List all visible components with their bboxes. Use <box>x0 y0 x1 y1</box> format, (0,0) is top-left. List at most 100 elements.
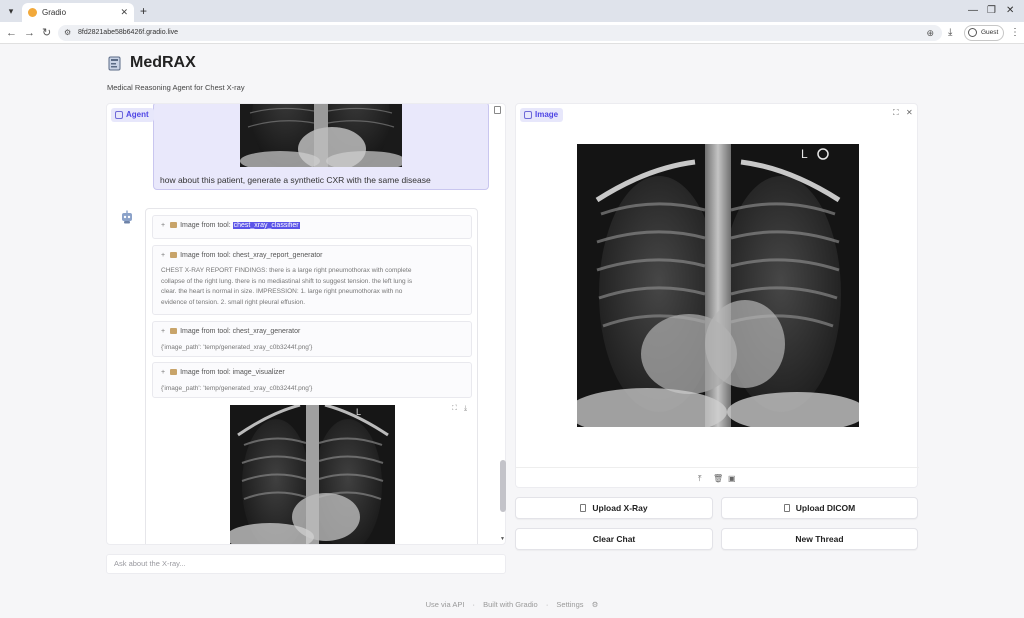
close-icon[interactable]: ✕ <box>906 108 913 117</box>
upload-dicom-button[interactable]: Upload DICOM <box>721 497 918 519</box>
tool-result-body: {'image_path': 'temp/generated_xray_c0b3… <box>161 344 313 351</box>
reload-icon[interactable]: ↻ <box>42 25 51 41</box>
image-panel: Image ⛶ ✕ L ⤒ 🗑 ▣ <box>515 103 919 489</box>
app-subtitle: Medical Reasoning Agent for Chest X-ray <box>107 83 245 92</box>
new-tab-icon[interactable]: + <box>140 3 147 19</box>
site-info-icon[interactable]: ⚙ <box>64 25 71 41</box>
tab-close-icon[interactable]: ✕ <box>120 3 128 22</box>
tool-result-body: CHEST X-RAY REPORT FINDINGS: there is a … <box>161 266 412 308</box>
user-xray-image[interactable] <box>240 104 402 167</box>
upload-dicom-label: Upload DICOM <box>795 503 856 513</box>
report-line: collapse of the right lung. there is no … <box>161 277 413 285</box>
report-line: clear. the heart is normal in size. IMPR… <box>161 288 403 295</box>
tab-title: Gradio <box>42 8 67 17</box>
tool-result-classifier[interactable]: + Image from tool: chest_xray_classifier <box>152 215 472 239</box>
footer-separator: · <box>545 600 549 609</box>
user-message-text: how about this patient, generate a synth… <box>160 175 431 185</box>
agent-chat-panel[interactable]: how about this patient, generate a synth… <box>106 103 506 545</box>
url-field[interactable]: ⚙ 8fd2821abe58b6426f.gradio.live ⊕ <box>58 25 942 41</box>
user-message: how about this patient, generate a synth… <box>153 104 489 190</box>
tool-name: chest_xray_report_generator <box>232 252 323 259</box>
agent-message: + Image from tool: chest_xray_classifier … <box>145 208 478 544</box>
svg-text:L: L <box>801 147 808 161</box>
generated-xray-image[interactable]: L <box>230 405 395 544</box>
tool-name: chest_xray_classifier <box>232 222 300 229</box>
image-icon <box>170 222 178 228</box>
new-thread-button[interactable]: New Thread <box>721 528 918 550</box>
tool-result-xray-generator[interactable]: + Image from tool: chest_xray_generator {… <box>152 321 472 357</box>
upload-xray-label: Upload X-Ray <box>592 503 648 513</box>
app-title: MedRAX <box>130 54 196 71</box>
agent-avatar-icon <box>122 210 132 224</box>
delete-icon[interactable]: 🗑 <box>713 474 723 483</box>
use-via-api-link[interactable]: Use via API <box>426 600 465 609</box>
tool-result-header: + Image from tool: chest_xray_report_gene… <box>161 252 323 259</box>
tool-name: image_visualizer <box>232 369 285 376</box>
chat-input[interactable]: Ask about the X-ray... <box>106 554 506 574</box>
tool-result-header: + Image from tool: chest_xray_classifier <box>161 222 300 229</box>
scroll-down-icon[interactable]: ▼ <box>500 536 505 542</box>
tool-prefix: Image from tool: <box>180 252 233 259</box>
main-xray-image[interactable]: L <box>577 144 859 427</box>
browser-tab-bar: ▾ Gradio ✕ + — ❐ ✕ <box>0 0 1024 22</box>
tool-result-header: + Image from tool: image_visualizer <box>161 369 285 376</box>
agent-label-text: Agent <box>126 110 149 119</box>
medrax-logo-icon <box>108 56 121 71</box>
settings-gear-icon[interactable]: ⚙ <box>592 600 599 609</box>
settings-link[interactable]: Settings <box>556 600 583 609</box>
svg-text:L: L <box>356 407 361 417</box>
chat-scrollbar[interactable] <box>500 460 506 512</box>
image-icon <box>170 369 178 375</box>
clipboard-icon[interactable]: ▣ <box>728 474 736 483</box>
menu-icon[interactable]: ⋮ <box>1010 25 1020 41</box>
built-with-gradio-link[interactable]: Built with Gradio <box>483 600 538 609</box>
image-icon <box>524 111 532 119</box>
report-line: CHEST X-RAY REPORT FINDINGS: there is a … <box>161 267 412 274</box>
image-icon <box>170 328 178 334</box>
image-icon <box>170 252 178 258</box>
expand-icon[interactable]: + <box>161 369 165 376</box>
tool-prefix: Image from tool: <box>180 369 233 376</box>
upload-icon[interactable]: ⤒ <box>698 474 702 484</box>
document-icon <box>783 504 790 512</box>
expand-icon[interactable]: + <box>161 328 165 335</box>
profile-label: Guest <box>981 29 999 36</box>
gradio-favicon-icon <box>28 8 37 17</box>
zoom-icon[interactable]: ⊕ <box>926 25 934 41</box>
tool-result-body: {'image_path': 'temp/generated_xray_c0b3… <box>161 385 313 392</box>
browser-tab[interactable]: Gradio ✕ <box>22 3 134 22</box>
agent-panel-label: Agent <box>111 108 154 122</box>
upload-xray-button[interactable]: Upload X-Ray <box>515 497 713 519</box>
tab-search-icon[interactable]: ▾ <box>4 4 18 18</box>
report-line: evidence of tension. 2. small right pleu… <box>161 298 306 306</box>
tool-prefix: Image from tool: <box>180 328 233 335</box>
back-icon[interactable]: ← <box>6 25 17 41</box>
chatbot-icon <box>115 111 123 119</box>
window-close-icon[interactable]: ✕ <box>1006 4 1014 18</box>
tool-result-header: + Image from tool: chest_xray_generator <box>161 328 300 335</box>
restore-icon[interactable]: ❐ <box>987 4 996 18</box>
expand-icon[interactable]: + <box>161 252 165 259</box>
minimize-icon[interactable]: — <box>968 4 978 18</box>
clear-chat-button[interactable]: Clear Chat <box>515 528 713 550</box>
image-label-text: Image <box>535 110 559 119</box>
fullscreen-icon[interactable]: ⛶ <box>452 405 457 413</box>
profile-button[interactable]: Guest <box>964 25 1004 41</box>
address-bar: ← → ↻ ⚙ 8fd2821abe58b6426f.gradio.live ⊕… <box>0 22 1024 44</box>
file-icon <box>580 504 587 512</box>
footer: Use via API · Built with Gradio · Settin… <box>0 600 1024 609</box>
footer-separator: · <box>472 600 476 609</box>
image-panel-label: Image <box>520 108 564 122</box>
forward-icon[interactable]: → <box>24 25 35 41</box>
expand-icon[interactable]: + <box>161 222 165 229</box>
tool-prefix: Image from tool: <box>180 222 233 229</box>
image-toolbar: ⤒ 🗑 ▣ <box>516 467 919 489</box>
clear-chat-trash-icon[interactable] <box>494 106 501 114</box>
download-image-icon[interactable]: ⤓ <box>464 405 467 413</box>
tool-name: chest_xray_generator <box>232 328 301 335</box>
tool-result-report-generator[interactable]: + Image from tool: chest_xray_report_gene… <box>152 245 472 315</box>
download-icon[interactable]: ⤓ <box>948 25 952 41</box>
avatar-icon <box>968 28 977 37</box>
fullscreen-icon[interactable]: ⛶ <box>893 108 899 118</box>
tool-result-image-visualizer[interactable]: + Image from tool: image_visualizer {'ima… <box>152 362 472 398</box>
